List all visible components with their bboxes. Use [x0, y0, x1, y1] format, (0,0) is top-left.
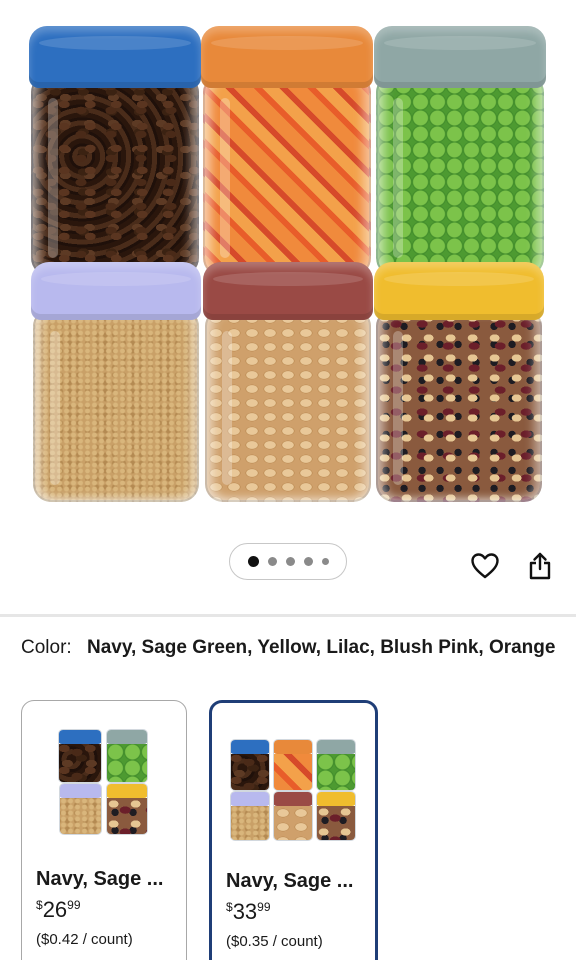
price-cents: 99 — [67, 898, 81, 912]
carousel-dot-4[interactable] — [303, 557, 313, 566]
color-selection-label: Color: Navy, Sage Green, Yellow, Lilac, … — [21, 634, 561, 662]
variant-thumbnail — [58, 723, 150, 843]
price-currency: $ — [226, 900, 233, 914]
carousel-dot-2[interactable] — [267, 557, 277, 566]
variant-option-2[interactable]: Navy, Sage ... $3399 ($0.35 / count) — [209, 700, 378, 960]
heart-icon — [471, 553, 499, 579]
price-whole: 33 — [232, 899, 258, 924]
color-value: Navy, Sage Green, Yellow, Lilac, Blush P… — [86, 637, 556, 658]
variant-option-1[interactable]: Navy, Sage ... $2699 ($0.42 / count) — [21, 700, 187, 960]
jar-blush-oats — [203, 262, 373, 502]
jar-orange-vegetables — [201, 26, 373, 276]
price-currency: $ — [36, 898, 43, 912]
jar-navy-coffee — [29, 26, 201, 276]
price-whole: 26 — [42, 897, 68, 922]
variant-title: Navy, Sage ... — [226, 870, 354, 892]
variant-unit-price: ($0.35 / count) — [226, 933, 323, 950]
variant-price: $2699 — [36, 897, 81, 923]
carousel-dot-5[interactable] — [321, 558, 329, 565]
variant-unit-price: ($0.42 / count) — [36, 931, 133, 948]
jar-lilac-buckwheat — [31, 262, 201, 502]
carousel-dot-3[interactable] — [285, 557, 295, 566]
section-divider — [0, 614, 576, 617]
carousel-dot-1[interactable] — [247, 556, 259, 567]
image-carousel-indicator[interactable] — [229, 543, 347, 580]
price-cents: 99 — [257, 900, 271, 914]
variant-price: $3399 — [226, 899, 271, 925]
jar-sage-peas — [374, 26, 546, 276]
share-button[interactable] — [523, 549, 557, 583]
favorite-button[interactable] — [468, 549, 502, 583]
jar-yellow-beans — [374, 262, 544, 502]
product-image[interactable] — [0, 0, 576, 530]
color-label: Color: — [21, 637, 72, 658]
share-icon — [529, 552, 551, 580]
variant-title: Navy, Sage ... — [36, 868, 164, 890]
variant-thumbnail — [229, 725, 358, 845]
